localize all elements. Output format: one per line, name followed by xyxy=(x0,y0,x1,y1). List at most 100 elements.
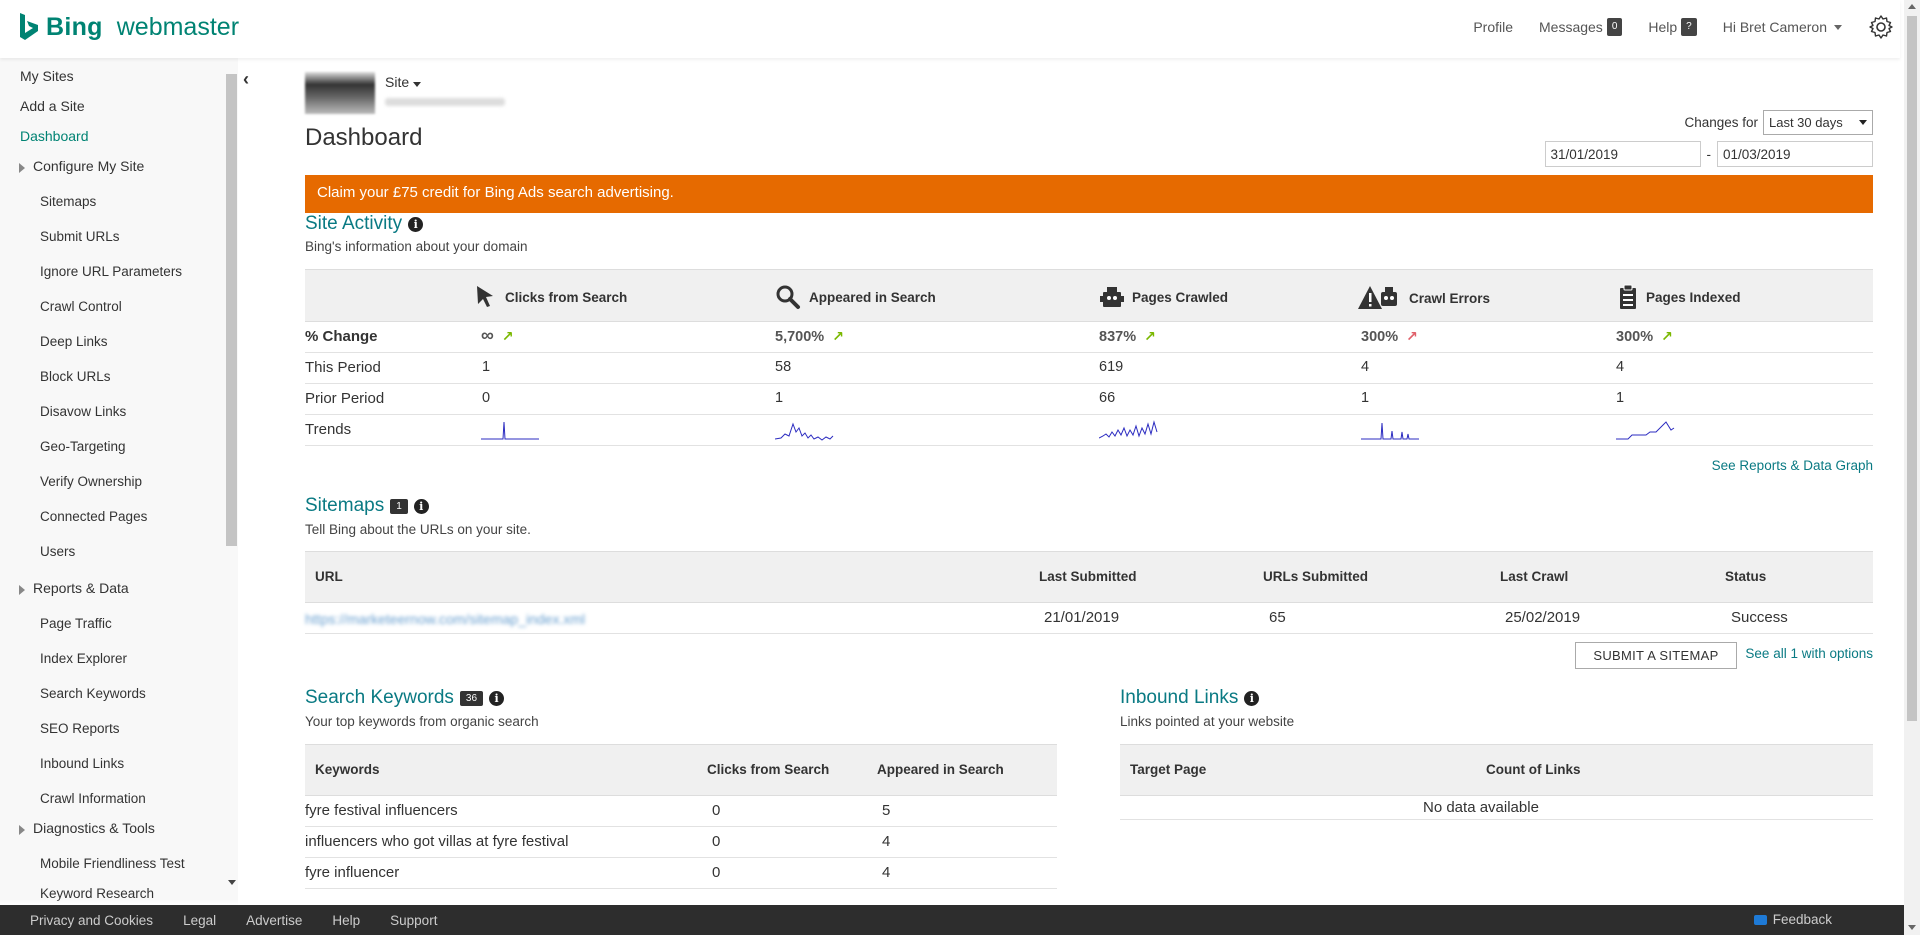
sidebar-item-reports-data[interactable]: Reports & Data xyxy=(33,580,129,596)
prior-period-value: 1 xyxy=(775,390,784,406)
sidebar-item-submit-urls[interactable]: Submit URLs xyxy=(40,229,120,244)
trends-row: Trends xyxy=(305,415,1873,446)
sidebar-item-page-traffic[interactable]: Page Traffic xyxy=(40,616,112,631)
page-scrollbar[interactable] xyxy=(1904,0,1920,935)
sidebar-item-dashboard[interactable]: Dashboard xyxy=(20,128,89,144)
status-cell: Success xyxy=(1731,609,1788,626)
trend-sparkline-errors xyxy=(1361,422,1419,440)
arrow-up-bad-icon: ↗ xyxy=(1406,328,1418,344)
column-header[interactable]: Clicks from Search xyxy=(707,762,829,777)
brand-name: Bing xyxy=(46,12,103,41)
table-row: https://marketeernow.com/sitemap_index.x… xyxy=(305,603,1873,634)
col-label: Crawl Errors xyxy=(1409,290,1491,306)
change-value-indexed: 300% ↗ xyxy=(1616,328,1673,345)
column-header[interactable]: Count of Links xyxy=(1486,762,1581,777)
see-all-sitemaps-link[interactable]: See all 1 with options xyxy=(1745,646,1873,661)
site-selector[interactable]: Site xyxy=(385,74,422,90)
help-link[interactable]: Help ? xyxy=(1648,18,1697,36)
submit-sitemap-button[interactable]: SUBMIT A SITEMAP xyxy=(1575,642,1737,669)
sidebar-item-users[interactable]: Users xyxy=(40,544,75,559)
sidebar-item-seo-reports[interactable]: SEO Reports xyxy=(40,721,120,736)
expand-triangle-icon[interactable] xyxy=(19,585,25,595)
site-activity-heading[interactable]: Site Activity xyxy=(305,213,402,235)
sitemaps-heading[interactable]: Sitemaps xyxy=(305,495,384,517)
sitemap-url-link[interactable]: https://marketeernow.com/sitemap_index.x… xyxy=(305,611,585,627)
feedback-label: Feedback xyxy=(1772,912,1832,927)
footer-link-advertise[interactable]: Advertise xyxy=(246,913,302,928)
change-value-clicks: ∞ ↗ xyxy=(481,325,514,346)
info-icon[interactable]: i xyxy=(489,690,505,706)
sidebar-item-index-explorer[interactable]: Index Explorer xyxy=(40,651,127,666)
column-header[interactable]: Appeared in Search xyxy=(877,762,1004,777)
sidebar-item-deep-links[interactable]: Deep Links xyxy=(40,334,108,349)
info-icon[interactable]: i xyxy=(408,216,424,232)
see-reports-link[interactable]: See Reports & Data Graph xyxy=(1712,458,1873,473)
bing-webmaster-logo[interactable]: Bing webmaster xyxy=(18,12,239,42)
date-separator: - xyxy=(1706,146,1712,162)
sidebar-item-my-sites[interactable]: My Sites xyxy=(20,68,74,84)
column-header[interactable]: Status xyxy=(1725,569,1766,584)
sitemaps-table-header: URL Last Submitted URLs Submitted Last C… xyxy=(305,551,1873,603)
sidebar-item-disavow-links[interactable]: Disavow Links xyxy=(40,404,126,419)
this-period-row: This Period 1 58 619 4 4 xyxy=(305,353,1873,384)
period-select[interactable]: Last 30 days xyxy=(1763,110,1873,135)
collapse-sidebar-icon[interactable]: ‹ xyxy=(243,69,249,90)
column-header[interactable]: Keywords xyxy=(315,762,380,777)
messages-link[interactable]: Messages 0 xyxy=(1539,18,1623,36)
expand-triangle-icon[interactable] xyxy=(19,163,25,173)
info-icon[interactable]: i xyxy=(413,498,429,514)
keyword-cell: fyre influencer xyxy=(305,864,400,881)
magnifier-icon xyxy=(776,285,800,309)
scroll-up-arrow-icon[interactable] xyxy=(1908,4,1916,9)
scrollbar-thumb[interactable] xyxy=(1907,16,1917,721)
column-header[interactable]: URLs Submitted xyxy=(1263,569,1368,584)
last-crawl-cell: 25/02/2019 xyxy=(1505,609,1581,626)
info-icon[interactable]: i xyxy=(1244,690,1260,706)
gear-icon[interactable] xyxy=(1868,14,1894,40)
sidebar-item-sitemaps[interactable]: Sitemaps xyxy=(40,194,96,209)
sidebar-item-search-keywords[interactable]: Search Keywords xyxy=(40,686,146,701)
sidebar-item-connected-pages[interactable]: Connected Pages xyxy=(40,509,147,524)
sidebar-item-configure-my-site[interactable]: Configure My Site xyxy=(33,158,144,174)
sidebar-item-geo-targeting[interactable]: Geo-Targeting xyxy=(40,439,126,454)
sidebar-item-diagnostics-tools[interactable]: Diagnostics & Tools xyxy=(33,820,155,836)
column-header[interactable]: Target Page xyxy=(1130,762,1206,777)
site-selector-label: Site xyxy=(385,74,410,90)
sidebar-item-add-a-site[interactable]: Add a Site xyxy=(20,98,85,114)
sidebar-item-block-urls[interactable]: Block URLs xyxy=(40,369,111,384)
change-value: 300% xyxy=(1361,329,1399,345)
change-row: % Change ∞ ↗ 5,700% ↗ 837% ↗ 300% ↗ 300% ↗ xyxy=(305,322,1873,353)
promo-banner[interactable]: Claim your £75 credit for Bing Ads searc… xyxy=(305,175,1873,213)
column-header[interactable]: URL xyxy=(315,569,343,584)
date-to-input[interactable] xyxy=(1717,141,1873,167)
date-from-input[interactable] xyxy=(1544,141,1701,167)
scroll-down-arrow-icon[interactable] xyxy=(228,880,236,885)
bing-logo-icon xyxy=(20,13,38,40)
scroll-down-arrow-icon[interactable] xyxy=(1908,925,1916,930)
sidebar-item-inbound-links[interactable]: Inbound Links xyxy=(40,756,124,771)
feedback-button[interactable]: Feedback xyxy=(1753,912,1832,927)
profile-link[interactable]: Profile xyxy=(1473,19,1513,35)
footer-link-support[interactable]: Support xyxy=(390,913,437,928)
col-appeared-in-search: Appeared in Search xyxy=(775,284,936,310)
site-activity-subtitle: Bing's information about your domain xyxy=(305,239,528,254)
sidebar-item-mobile-friendliness-test[interactable]: Mobile Friendliness Test xyxy=(40,856,185,871)
prior-period-value: 0 xyxy=(482,390,491,406)
user-menu[interactable]: Hi Bret Cameron xyxy=(1723,19,1842,35)
footer-link-privacy[interactable]: Privacy and Cookies xyxy=(30,913,153,928)
prior-period-label: Prior Period xyxy=(305,390,385,407)
sidebar-item-crawl-information[interactable]: Crawl Information xyxy=(40,791,146,806)
footer-link-help[interactable]: Help xyxy=(332,913,360,928)
sidebar-scrollbar[interactable] xyxy=(226,74,237,546)
search-keywords-heading[interactable]: Search Keywords xyxy=(305,687,454,709)
sidebar-item-verify-ownership[interactable]: Verify Ownership xyxy=(40,474,142,489)
column-header[interactable]: Last Submitted xyxy=(1039,569,1137,584)
footer-link-legal[interactable]: Legal xyxy=(183,913,216,928)
inbound-links-heading[interactable]: Inbound Links xyxy=(1120,687,1238,709)
sidebar-item-ignore-url-parameters[interactable]: Ignore URL Parameters xyxy=(40,264,182,279)
change-value-errors: 300% ↗ xyxy=(1361,328,1418,345)
column-header[interactable]: Last Crawl xyxy=(1500,569,1568,584)
sidebar-item-crawl-control[interactable]: Crawl Control xyxy=(40,299,122,314)
clipboard-icon xyxy=(1620,284,1636,309)
expand-triangle-icon[interactable] xyxy=(19,825,25,835)
